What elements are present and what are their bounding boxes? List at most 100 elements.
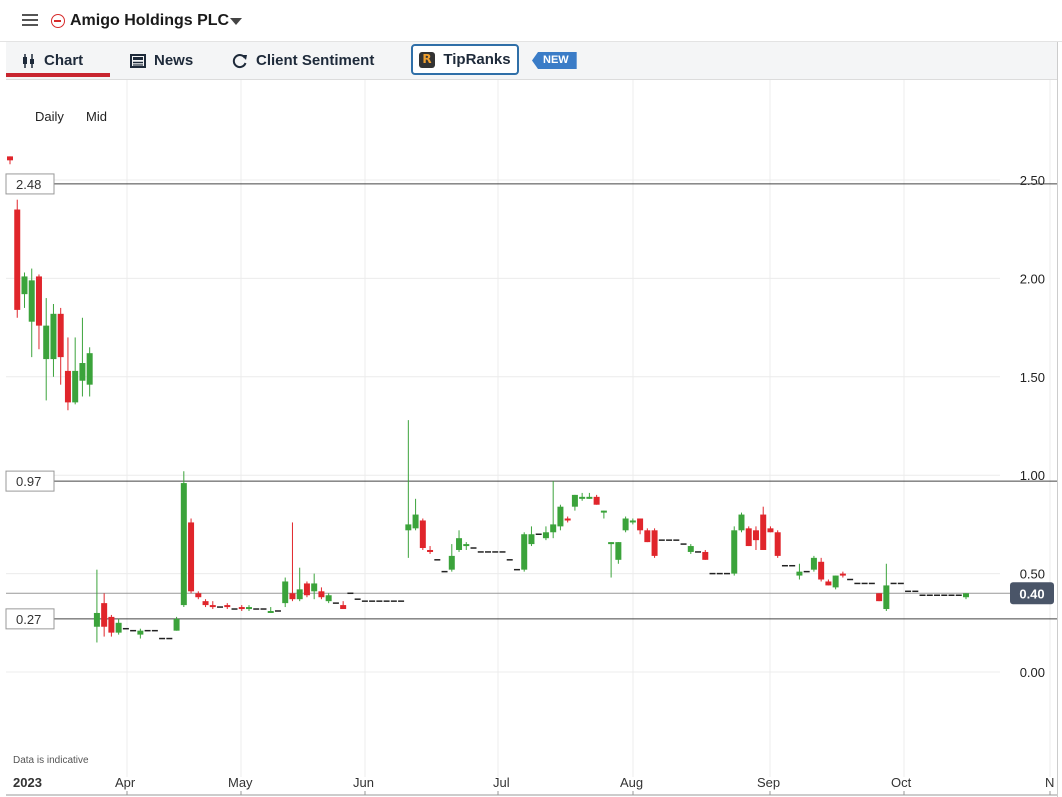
price-level-label: 0.97 xyxy=(16,474,41,489)
candle-up xyxy=(267,610,274,613)
candle-up xyxy=(448,555,455,570)
candle-down xyxy=(767,528,774,533)
candle-up xyxy=(180,483,187,606)
candle-down xyxy=(825,581,832,586)
refresh-icon xyxy=(232,53,247,68)
candle-up xyxy=(412,514,419,529)
current-price-label: 0.40 xyxy=(1019,586,1044,601)
tab-chart-label: Chart xyxy=(44,52,84,69)
price-level-label: 0.27 xyxy=(16,612,41,627)
candle-up xyxy=(521,534,528,570)
candle-down xyxy=(818,561,825,580)
tab-bar: Chart News Client Sentiment TipRanks NEW xyxy=(6,42,1058,80)
candle-down xyxy=(760,514,767,550)
candle-up xyxy=(615,542,622,560)
x-axis-tick-label: 2023 xyxy=(13,775,42,790)
price-level-label: 2.48 xyxy=(16,177,41,192)
candle-down xyxy=(238,607,245,610)
y-axis-tick-label: 0.00 xyxy=(1020,665,1045,680)
candle-up xyxy=(586,496,593,499)
interval-selector[interactable]: Daily xyxy=(35,109,64,124)
candle-up xyxy=(629,520,636,523)
candle-down xyxy=(318,591,325,598)
candle-down xyxy=(224,605,231,608)
candle-up xyxy=(50,313,57,360)
newspaper-icon xyxy=(130,53,146,68)
candle-down xyxy=(702,551,709,560)
candle-down xyxy=(202,601,209,606)
price-chart[interactable]: 0.000.501.001.502.002.502.480.970.270.40… xyxy=(0,80,1062,797)
candle-up xyxy=(810,557,817,570)
x-axis-tick-label: Jun xyxy=(353,775,374,790)
hamburger-menu-icon[interactable] xyxy=(22,14,38,27)
candle-up xyxy=(405,524,412,531)
y-axis-tick-label: 2.50 xyxy=(1020,173,1045,188)
candle-down xyxy=(593,496,600,505)
candle-up xyxy=(93,612,100,627)
candle-down xyxy=(303,583,310,596)
price-type-selector[interactable]: Mid xyxy=(86,109,107,124)
candle-up xyxy=(296,589,303,600)
candle-down xyxy=(564,518,571,521)
candle-down xyxy=(108,616,115,633)
candle-up xyxy=(28,280,35,322)
candle-down xyxy=(195,593,202,598)
candle-up xyxy=(325,595,332,602)
candle-up xyxy=(86,353,93,385)
tab-tipranks[interactable]: TipRanks xyxy=(411,44,519,75)
tab-news-label: News xyxy=(154,52,194,69)
candle-up xyxy=(21,276,28,295)
candle-down xyxy=(745,528,752,547)
candle-down xyxy=(644,530,651,543)
tab-tipranks-label: TipRanks xyxy=(443,51,511,68)
candle-up xyxy=(173,618,180,631)
candle-up xyxy=(579,496,586,499)
new-badge: NEW xyxy=(532,52,577,69)
candle-down xyxy=(419,520,426,549)
candle-up xyxy=(311,583,318,592)
candle-up xyxy=(608,542,615,545)
candle-up xyxy=(137,630,144,635)
candle-down xyxy=(35,276,42,326)
caret-down-icon[interactable] xyxy=(230,18,242,25)
candle-up xyxy=(832,575,839,588)
active-tab-indicator xyxy=(6,73,110,77)
candle-down xyxy=(774,532,781,556)
candle-down xyxy=(57,313,64,358)
x-axis-tick-label: Aug xyxy=(620,775,643,790)
candle-up xyxy=(796,571,803,576)
candle-up xyxy=(883,585,890,610)
x-axis-tick-label: N xyxy=(1045,775,1054,790)
tipranks-logo-icon xyxy=(419,51,436,68)
candle-down xyxy=(637,518,644,531)
candle-down xyxy=(340,605,347,610)
instrument-title[interactable]: Amigo Holdings PLC xyxy=(70,12,229,30)
chart-right-border xyxy=(1057,42,1058,797)
candle-up xyxy=(550,524,557,533)
x-axis-tick-label: Sep xyxy=(757,775,780,790)
tab-news[interactable]: News xyxy=(130,42,193,79)
candle-up xyxy=(282,581,289,604)
candle-down xyxy=(209,605,216,608)
candle-up xyxy=(738,514,745,531)
x-axis-tick-label: Oct xyxy=(891,775,912,790)
candle-up xyxy=(72,370,79,403)
x-axis-tick-label: Jul xyxy=(493,775,510,790)
candle-down xyxy=(752,530,759,541)
candle-up xyxy=(246,607,252,610)
candle-up xyxy=(622,518,629,531)
candle-up xyxy=(79,363,86,381)
candle-up xyxy=(115,622,122,633)
instrument-header: Amigo Holdings PLC xyxy=(0,0,1062,42)
tab-client-sentiment[interactable]: Client Sentiment xyxy=(232,42,374,79)
y-axis-tick-label: 0.50 xyxy=(1020,567,1045,582)
x-axis-tick-label: May xyxy=(228,775,253,790)
y-axis-tick-label: 2.00 xyxy=(1020,271,1045,286)
candle-up xyxy=(687,546,694,552)
x-axis-tick-label: Apr xyxy=(115,775,136,790)
remove-circle-icon[interactable] xyxy=(51,14,65,28)
candle-up xyxy=(456,538,463,550)
candlestick-icon xyxy=(23,53,34,68)
candle-down xyxy=(876,593,883,602)
candle-down xyxy=(651,530,658,556)
